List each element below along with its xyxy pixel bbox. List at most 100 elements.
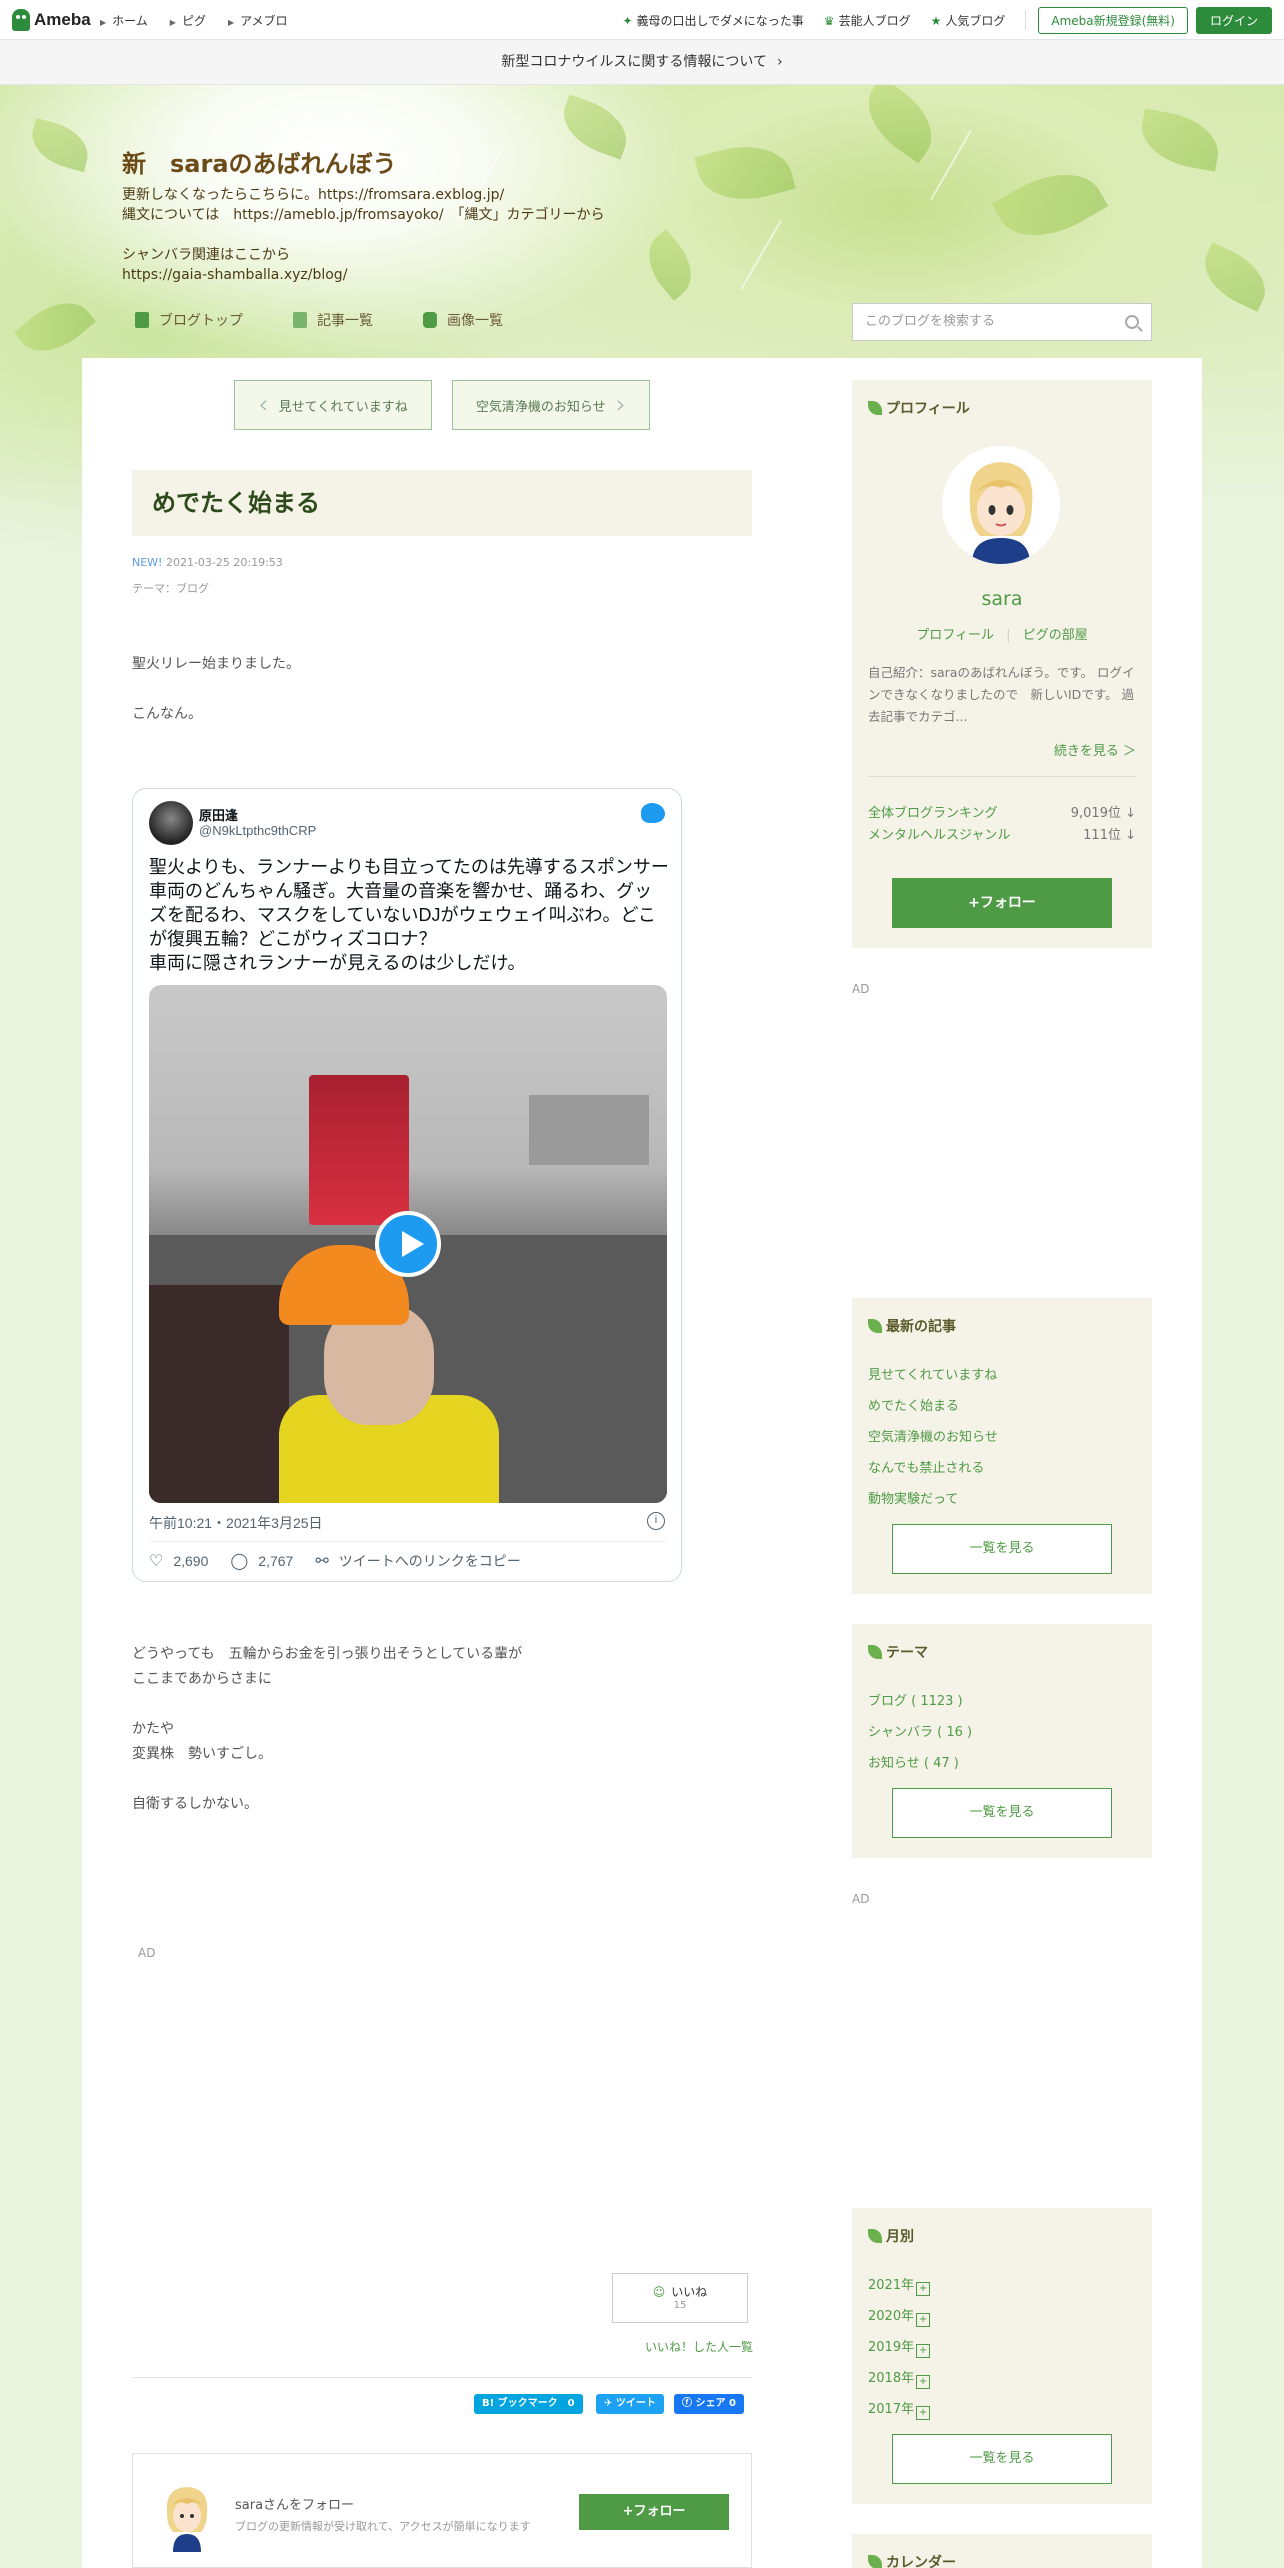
- view-all-button[interactable]: 一覧を見る: [892, 2434, 1112, 2484]
- reply-bubble-icon: ◯: [230, 1553, 249, 1570]
- tweet-copy-link-button[interactable]: ⚯ ツイートへのリンクをコピー: [315, 1551, 520, 1571]
- tweet-timestamp[interactable]: 午前10:21・2021年3月25日: [149, 1513, 323, 1533]
- link-celebrity-blog[interactable]: ♛ 芸能人ブログ: [824, 12, 911, 29]
- nav-pigg[interactable]: ▶ ピグ: [170, 12, 206, 29]
- embedded-tweet[interactable]: 原田逢 @N9kLtpthc9thCRP 聖火よりも、ランナーよりも目立ってたの…: [132, 788, 682, 1582]
- prev-entry-button[interactable]: ‹ 見せてくれていますね: [234, 380, 432, 430]
- expand-icon[interactable]: +: [916, 2344, 931, 2358]
- chevron-right-icon: ›: [615, 390, 627, 420]
- copy-icon: [293, 312, 307, 328]
- login-button[interactable]: ログイン: [1195, 6, 1272, 34]
- leaf-decoration: [852, 85, 948, 164]
- leaf-decoration: [1136, 108, 1224, 172]
- blog-title[interactable]: 新 saraのあばれんぼう: [122, 144, 397, 179]
- leaf-decoration: [694, 134, 796, 212]
- box-heading: 最新の記事: [868, 1316, 956, 1336]
- theme-link[interactable]: ブログ: [176, 582, 209, 595]
- month-archive-link[interactable]: 2017年 +: [868, 2398, 931, 2420]
- ad-label: AD: [852, 1892, 870, 1906]
- ameba-logo[interactable]: Ameba: [12, 9, 91, 31]
- sidebar-follow-button[interactable]: +フォロー: [892, 878, 1112, 928]
- recent-entry-link[interactable]: めでたく始まる: [868, 1395, 959, 1414]
- camera-icon: [423, 312, 437, 328]
- leaf-decoration: [1193, 242, 1277, 312]
- leaf-icon: [868, 401, 882, 415]
- recent-entry-link[interactable]: 動物実験だって: [868, 1488, 958, 1507]
- expand-icon[interactable]: +: [916, 2375, 931, 2389]
- link-featured-blog[interactable]: ✦ 義母の口出しでダメになった事: [622, 12, 803, 29]
- theme-link[interactable]: シャンバラ ( 16 ): [868, 1721, 972, 1740]
- leaf-decoration: [554, 94, 636, 160]
- tweet-avatar[interactable]: [149, 801, 193, 845]
- blog-top-link[interactable]: ブログトップ: [135, 310, 243, 330]
- ranking-genre[interactable]: メンタルヘルスジャンル 111位 ↓: [868, 824, 1136, 843]
- nav-home[interactable]: ▶ ホーム: [100, 12, 148, 29]
- tweet-author-name[interactable]: 原田逢: [199, 805, 238, 824]
- read-more-link[interactable]: 続きを見る ＞: [1054, 740, 1136, 759]
- star-icon: ★: [930, 13, 942, 28]
- tweet-reply-button[interactable]: ◯ 2,767: [230, 1551, 293, 1571]
- box-heading: プロフィール: [868, 398, 970, 418]
- profile-link[interactable]: プロフィール: [916, 628, 994, 643]
- pigg-room-link[interactable]: ピグの部屋: [1023, 628, 1088, 643]
- new-badge: NEW!: [132, 556, 163, 569]
- chevron-right-icon: ›: [776, 54, 783, 70]
- month-archive-link[interactable]: 2019年 +: [868, 2336, 931, 2358]
- like-button[interactable]: ☺ いいね 15: [612, 2273, 748, 2323]
- expand-icon[interactable]: +: [916, 2282, 931, 2296]
- profile-links: プロフィール | ピグの部屋: [852, 624, 1152, 643]
- entry-pager: ‹ 見せてくれていますね 空気清浄機のお知らせ ›: [234, 380, 650, 430]
- recent-entry-link[interactable]: なんでも禁止される: [868, 1457, 984, 1476]
- theme-link[interactable]: ブログ ( 1123 ): [868, 1690, 963, 1709]
- tweet-video[interactable]: [149, 985, 667, 1503]
- like-count: 15: [673, 2300, 687, 2311]
- next-entry-button[interactable]: 空気清浄機のお知らせ ›: [452, 380, 650, 430]
- expand-icon[interactable]: +: [916, 2313, 931, 2327]
- hatena-bookmark-button[interactable]: B! ブックマーク 0: [474, 2394, 583, 2414]
- ad-label: AD: [138, 1946, 156, 1960]
- profile-name[interactable]: sara: [852, 588, 1152, 610]
- tweet-author-handle[interactable]: @N9kLtpthc9thCRP: [199, 823, 316, 838]
- entry-title[interactable]: めでたく始まる: [132, 470, 752, 536]
- view-all-button[interactable]: 一覧を見る: [892, 1788, 1112, 1838]
- leaf-decoration: [14, 287, 96, 367]
- view-all-button[interactable]: 一覧を見る: [892, 1524, 1112, 1574]
- recent-entry-link[interactable]: 空気清浄機のお知らせ: [868, 1426, 998, 1445]
- register-button[interactable]: Ameba新規登録(無料): [1038, 6, 1188, 34]
- ranking-overall[interactable]: 全体ブログランキング 9,019位 ↓: [868, 802, 1136, 821]
- covid-notice-banner[interactable]: 新型コロナウイルスに関する情報について ›: [0, 40, 1284, 85]
- search-icon[interactable]: [1125, 315, 1139, 329]
- image-list-link[interactable]: 画像一覧: [423, 310, 503, 330]
- tweet-text: 聖火よりも、ランナーよりも目立ってたのは先導するスポンサー車両のどんちゃん騒ぎ。…: [149, 857, 669, 973]
- tweet-actions: ♡ 2,690 ◯ 2,767 ⚯ ツイートへのリンクをコピー: [149, 1551, 521, 1571]
- global-header-right: ✦ 義母の口出しでダメになった事 ♛ 芸能人ブログ ★ 人気ブログ Ameba新規登録…: [622, 0, 1272, 40]
- avatar: [166, 2487, 208, 2552]
- blog-search-input[interactable]: このブログを検索する: [852, 303, 1152, 341]
- smile-icon: ☺: [652, 2285, 666, 2299]
- entry-body-bottom: どうやっても 五輪からお金を引っ張り出そうとしている輩が ここまであからさまに …: [132, 1646, 523, 1812]
- avatar[interactable]: [942, 446, 1060, 564]
- follow-button[interactable]: +フォロー: [579, 2494, 729, 2530]
- facebook-share-button[interactable]: ⓕ シェア 0: [674, 2394, 744, 2414]
- twitter-bird-icon[interactable]: [641, 803, 665, 823]
- chevron-right-icon: ▶: [100, 17, 107, 27]
- tweet-like-button[interactable]: ♡ 2,690: [149, 1551, 208, 1571]
- nav-ameblo[interactable]: ▶ アメブロ: [228, 12, 288, 29]
- month-archive-link[interactable]: 2018年 +: [868, 2367, 931, 2389]
- theme-link[interactable]: お知らせ ( 47 ): [868, 1752, 959, 1771]
- play-icon[interactable]: [375, 1211, 441, 1277]
- liked-users-link[interactable]: いいね！した人一覧: [645, 2338, 753, 2355]
- global-nav: ▶ ホーム ▶ ピグ ▶ アメブロ: [100, 0, 288, 40]
- logo-text: Ameba: [34, 10, 91, 29]
- tweet-share-button[interactable]: ✈ ツイート: [596, 2394, 664, 2414]
- follow-card-title: saraさんをフォロー: [235, 2498, 355, 2513]
- recent-entry-link[interactable]: 見せてくれていますね: [868, 1364, 997, 1383]
- month-archive-link[interactable]: 2021年 +: [868, 2274, 931, 2296]
- link-popular-blog[interactable]: ★ 人気ブログ: [931, 12, 1006, 29]
- light-streak: [930, 129, 972, 201]
- entry-list-link[interactable]: 記事一覧: [293, 310, 373, 330]
- heart-icon: ♡: [149, 1553, 164, 1570]
- info-icon[interactable]: i: [647, 1512, 665, 1530]
- month-archive-link[interactable]: 2020年 +: [868, 2305, 931, 2327]
- expand-icon[interactable]: +: [916, 2406, 931, 2420]
